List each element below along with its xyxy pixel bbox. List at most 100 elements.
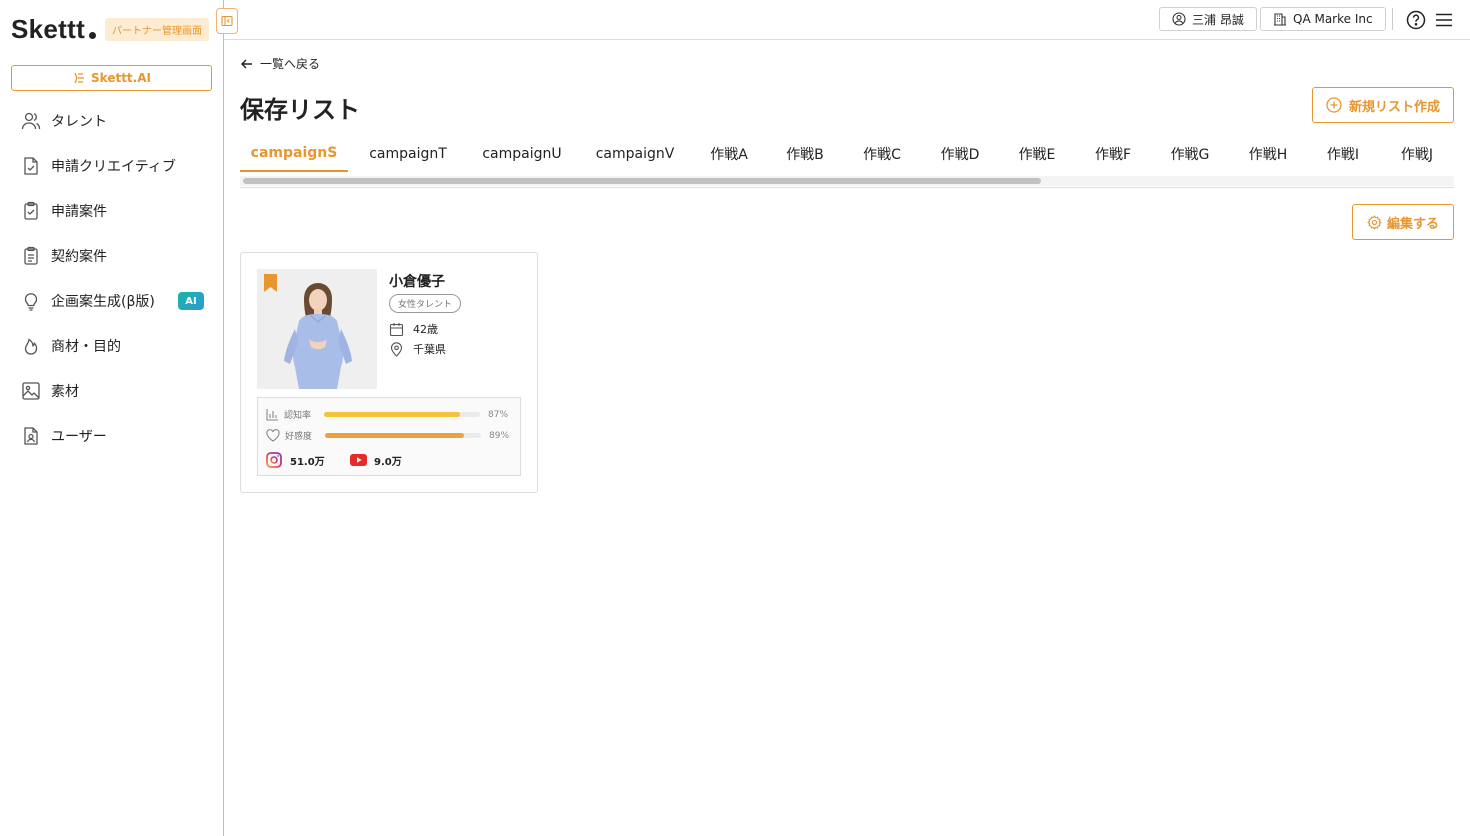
logo[interactable]: Skettt bbox=[11, 14, 85, 45]
page-title: 保存リスト bbox=[240, 96, 360, 124]
menu-button[interactable] bbox=[1433, 9, 1455, 31]
tab-campaignS[interactable]: campaignS bbox=[240, 136, 348, 172]
sidebar-item-label: 契約案件 bbox=[51, 248, 107, 265]
bookmark-icon[interactable] bbox=[264, 274, 277, 296]
talent-photo[interactable] bbox=[257, 269, 377, 389]
stats-box: 認知率 87% 好感度 89% 51.0万 9.0万 bbox=[257, 397, 521, 476]
plus-circle-icon bbox=[1326, 97, 1342, 113]
building-icon bbox=[1274, 13, 1286, 26]
stat-value: 87% bbox=[488, 409, 509, 420]
user-menu-button[interactable]: 三浦 昂誠 bbox=[1159, 7, 1257, 31]
lightbulb-icon bbox=[24, 292, 38, 311]
sidebar-item-label: 申請クリエイティブ bbox=[51, 158, 176, 175]
logo-dot bbox=[89, 32, 97, 39]
tab-sakusen-c[interactable]: 作戦C bbox=[855, 136, 909, 172]
sidebar-item-applications[interactable]: 申請案件 bbox=[0, 188, 224, 233]
instagram-followers: 51.0万 bbox=[290, 456, 325, 468]
talent-name[interactable]: 小倉優子 bbox=[389, 271, 445, 291]
bar-chart-icon bbox=[266, 409, 278, 421]
tab-sakusen-b[interactable]: 作戦B bbox=[778, 136, 832, 172]
user-document-icon bbox=[24, 426, 38, 445]
youtube-icon bbox=[350, 454, 367, 466]
back-label: 一覧へ戻る bbox=[260, 57, 321, 71]
tab-campaignU[interactable]: campaignU bbox=[472, 136, 572, 172]
sidebar-item-talent[interactable]: タレント bbox=[0, 98, 224, 143]
clipboard-list-icon bbox=[24, 246, 38, 265]
ai-spark-icon bbox=[74, 72, 85, 84]
sidebar-item-plan-generation[interactable]: 企画案生成(β版) AI bbox=[0, 278, 224, 323]
stat-value: 89% bbox=[489, 430, 510, 441]
sidebar-item-products[interactable]: 商材・目的 bbox=[0, 323, 224, 368]
awareness-row: 認知率 87% bbox=[266, 408, 514, 421]
sidebar-item-contracts[interactable]: 契約案件 bbox=[0, 233, 224, 278]
document-check-icon bbox=[24, 156, 38, 175]
sidebar-item-creative[interactable]: 申請クリエイティブ bbox=[0, 143, 224, 188]
new-list-button[interactable]: 新規リスト作成 bbox=[1312, 87, 1454, 123]
bookmark-filled-icon bbox=[264, 274, 277, 292]
edit-label: 編集する bbox=[1386, 216, 1439, 232]
skettt-ai-label: Skettt.AI bbox=[91, 71, 151, 85]
partner-badge: パートナー管理画面 bbox=[105, 18, 210, 41]
talent-location: 千葉県 bbox=[413, 343, 446, 356]
user-circle-icon bbox=[1172, 12, 1186, 26]
social-row: 51.0万 9.0万 bbox=[266, 452, 402, 468]
sidebar-item-users[interactable]: ユーザー bbox=[0, 413, 224, 458]
tabs-scrollbar-thumb[interactable] bbox=[243, 178, 1041, 184]
user-name: 三浦 昂誠 bbox=[1192, 12, 1244, 27]
clipboard-check-icon bbox=[24, 201, 38, 220]
company-menu-button[interactable]: QA Marke Inc bbox=[1260, 7, 1386, 31]
favorability-row: 好感度 89% bbox=[266, 429, 514, 442]
tab-sakusen-h[interactable]: 作戦H bbox=[1240, 136, 1296, 172]
stat-label: 認知率 bbox=[284, 411, 312, 421]
awareness-bar-fill bbox=[324, 412, 460, 417]
sidebar-item-label: タレント bbox=[51, 113, 107, 130]
sidebar-item-label: 申請案件 bbox=[51, 203, 107, 220]
topbar-divider bbox=[1392, 8, 1393, 30]
company-name: QA Marke Inc bbox=[1293, 12, 1373, 26]
flame-icon bbox=[24, 337, 38, 355]
sidebar-item-label: 商材・目的 bbox=[51, 338, 121, 355]
ai-badge: AI bbox=[178, 292, 204, 310]
instagram-icon bbox=[266, 452, 282, 468]
tab-sakusen-f[interactable]: 作戦F bbox=[1086, 136, 1140, 172]
topbar: 三浦 昂誠 QA Marke Inc bbox=[224, 0, 1470, 40]
help-circle-icon bbox=[1406, 10, 1426, 30]
sidebar: Skettt パートナー管理画面 Skettt.AI タレント 申請クリエイティ… bbox=[0, 0, 224, 836]
heart-icon bbox=[266, 429, 280, 442]
sidebar-item-label: 企画案生成(β版) bbox=[51, 293, 155, 310]
stat-label: 好感度 bbox=[285, 432, 313, 442]
arrow-left-icon bbox=[241, 59, 252, 68]
tab-sakusen-j[interactable]: 作戦J bbox=[1390, 136, 1444, 172]
edit-button[interactable]: 編集する bbox=[1352, 204, 1454, 240]
tab-sakusen-i[interactable]: 作戦I bbox=[1318, 136, 1368, 172]
tab-sakusen-a[interactable]: 作戦A bbox=[702, 136, 756, 172]
age-row: 42歳 bbox=[389, 321, 438, 337]
tab-sakusen-e[interactable]: 作戦E bbox=[1010, 136, 1064, 172]
map-pin-icon bbox=[390, 341, 403, 357]
logo-row: Skettt パートナー管理画面 bbox=[11, 14, 210, 45]
help-button[interactable] bbox=[1405, 9, 1427, 31]
category-tag: 女性タレント bbox=[389, 294, 462, 313]
tabs-scrollbar[interactable] bbox=[240, 176, 1454, 186]
sidebar-item-label: ユーザー bbox=[51, 428, 107, 445]
back-link[interactable]: 一覧へ戻る bbox=[240, 55, 320, 72]
youtube-subscribers: 9.0万 bbox=[374, 456, 402, 468]
tab-campaignV[interactable]: campaignV bbox=[588, 136, 682, 172]
tab-campaignT[interactable]: campaignT bbox=[362, 136, 454, 172]
calendar-icon bbox=[389, 322, 404, 336]
sidebar-collapse-button[interactable] bbox=[216, 8, 238, 34]
tab-sakusen-g[interactable]: 作戦G bbox=[1162, 136, 1218, 172]
talent-age: 42歳 bbox=[413, 323, 438, 336]
hamburger-icon bbox=[1436, 13, 1452, 27]
sidebar-item-label: 素材 bbox=[51, 383, 79, 400]
awareness-bar-track bbox=[324, 412, 480, 417]
list-tabs: campaignS campaignT campaignU campaignV … bbox=[240, 136, 1454, 188]
tab-sakusen-d[interactable]: 作戦D bbox=[932, 136, 988, 172]
image-icon bbox=[22, 381, 40, 400]
favorability-bar-fill bbox=[325, 433, 464, 438]
sidebar-nav: タレント 申請クリエイティブ 申請案件 契約案件 企画案生成(β版) AI 商材… bbox=[0, 98, 224, 458]
sidebar-item-assets[interactable]: 素材 bbox=[0, 368, 224, 413]
talent-card[interactable]: 小倉優子 女性タレント 42歳 千葉県 認知率 87% 好感度 89% 51.0… bbox=[240, 252, 538, 493]
new-list-label: 新規リスト作成 bbox=[1348, 99, 1440, 115]
skettt-ai-button[interactable]: Skettt.AI bbox=[11, 65, 212, 91]
